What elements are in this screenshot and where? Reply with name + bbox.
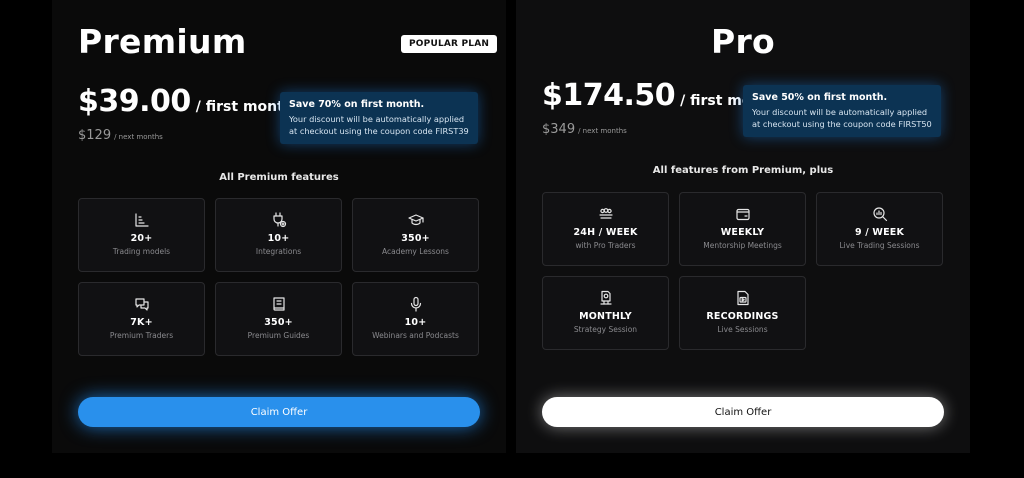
feature-tile-subtitle: Live Trading Sessions — [839, 241, 920, 250]
feature-tile-subtitle: Integrations — [255, 247, 302, 256]
strategy-doc-icon — [599, 290, 612, 305]
pro-price-amount: $174.50 — [542, 78, 676, 113]
feature-tile-title: 350+ — [401, 233, 430, 244]
feature-tile-title: WEEKLY — [720, 227, 765, 238]
feature-tile-title: MONTHLY — [579, 311, 632, 322]
chart-icon — [134, 213, 149, 227]
pro-discount-text: Your discount will be automatically appl… — [752, 107, 932, 129]
group-icon — [598, 208, 613, 219]
pro-regular-price: $349/ next months — [542, 118, 627, 137]
feature-tile-title: 24H / WEEK — [573, 227, 638, 238]
feature-tile-live-trading: 9 / WEEK Live Trading Sessions — [816, 192, 943, 266]
feature-tile-pro-traders: 24H / WEEK with Pro Traders — [542, 192, 669, 266]
premium-discount-text: Your discount will be automatically appl… — [289, 114, 469, 136]
pro-plan-card: Pro $174.50 / first month $349/ next mon… — [516, 0, 970, 453]
feature-tile-trading-models: 20+ Trading models — [78, 198, 205, 272]
feature-tile-premium-guides: 350+ Premium Guides — [215, 282, 342, 356]
feature-tile-integrations: 10+ Integrations — [215, 198, 342, 272]
feature-tile-title: RECORDINGS — [706, 311, 779, 322]
premium-price: $39.00 / first month — [78, 84, 294, 119]
premium-price-amount: $39.00 — [78, 84, 191, 119]
feature-tile-subtitle: Trading models — [112, 247, 171, 256]
plug-icon — [272, 212, 286, 228]
feature-tile-subtitle: Strategy Session — [573, 325, 638, 334]
pro-discount-title: Save 50% on first month. — [752, 92, 888, 103]
premium-features-heading: All Premium features — [219, 172, 339, 183]
pro-claim-offer-button[interactable]: Claim Offer — [542, 397, 944, 427]
premium-next-label: / next months — [114, 133, 163, 141]
feature-tile-subtitle: Academy Lessons — [382, 247, 449, 256]
pro-features-heading: All features from Premium, plus — [652, 165, 834, 176]
feature-tile-academy-lessons: 350+ Academy Lessons — [352, 198, 479, 272]
feature-tile-webinars-podcasts: 10+ Webinars and Podcasts — [352, 282, 479, 356]
feature-tile-title: 9 / WEEK — [854, 227, 905, 238]
premium-claim-offer-button[interactable]: Claim Offer — [78, 397, 480, 427]
microphone-icon — [410, 296, 421, 312]
feature-tile-mentorship: WEEKLY Mentorship Meetings — [679, 192, 806, 266]
feature-tile-title: 20+ — [130, 233, 153, 244]
book-icon — [272, 297, 285, 311]
magnifier-chart-icon — [872, 207, 887, 222]
pro-discount-box: Save 50% on first month. Your discount w… — [743, 85, 941, 137]
premium-plan-title: Premium — [78, 22, 247, 61]
feature-tile-title: 10+ — [404, 317, 427, 328]
chat-bubbles-icon — [134, 298, 149, 311]
feature-tile-subtitle: Live Sessions — [717, 325, 768, 334]
feature-tile-subtitle: Premium Guides — [247, 331, 310, 340]
feature-tile-subtitle: Webinars and Podcasts — [372, 331, 459, 340]
pro-plan-title: Pro — [710, 22, 776, 61]
premium-discount-title: Save 70% on first month. — [289, 99, 425, 110]
popular-plan-badge: POPULAR PLAN — [401, 35, 498, 53]
feature-tile-title: 7K+ — [130, 317, 153, 328]
feature-tile-title: 10+ — [267, 233, 290, 244]
pro-next-label: / next months — [578, 127, 627, 135]
premium-old-price: $129 — [78, 128, 112, 143]
recording-icon — [736, 290, 749, 306]
graduation-cap-icon — [407, 214, 424, 226]
pro-old-price: $349 — [542, 122, 576, 137]
feature-tile-premium-traders: 7K+ Premium Traders — [78, 282, 205, 356]
feature-tile-recordings: RECORDINGS Live Sessions — [679, 276, 806, 350]
feature-tile-subtitle: Premium Traders — [109, 331, 174, 340]
premium-regular-price: $129/ next months — [78, 124, 163, 143]
feature-tile-subtitle: with Pro Traders — [575, 241, 636, 250]
feature-tile-title: 350+ — [264, 317, 293, 328]
feature-tile-strategy-session: MONTHLY Strategy Session — [542, 276, 669, 350]
feature-tile-subtitle: Mentorship Meetings — [703, 241, 782, 250]
wallet-icon — [735, 208, 750, 221]
premium-discount-box: Save 70% on first month. Your discount w… — [280, 92, 478, 144]
premium-plan-card: Premium POPULAR PLAN $39.00 / first mont… — [52, 0, 506, 453]
